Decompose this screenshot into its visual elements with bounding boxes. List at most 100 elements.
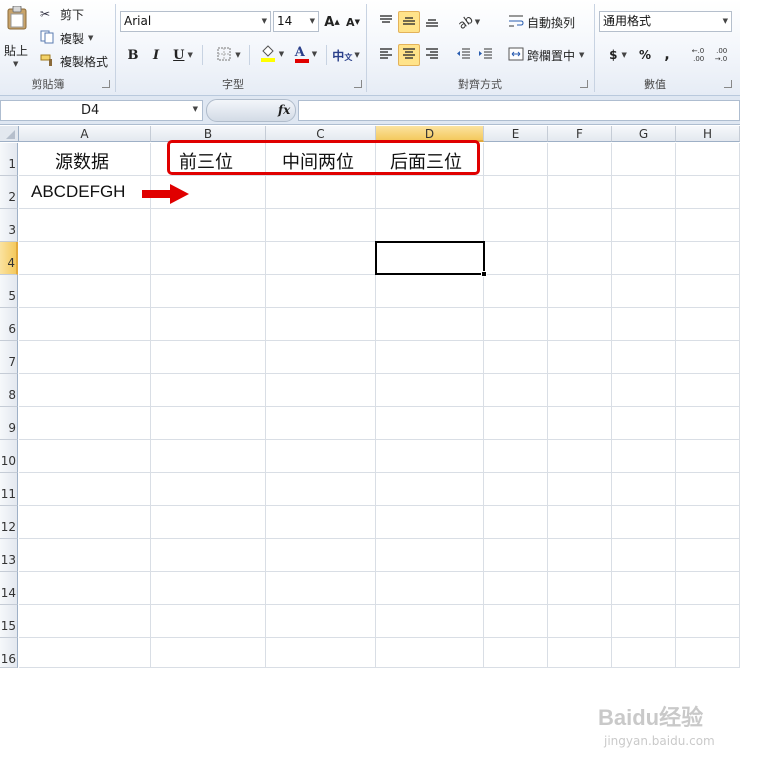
grid-cell[interactable] xyxy=(676,143,740,176)
grid-cell[interactable] xyxy=(266,374,376,407)
grid-cell[interactable] xyxy=(151,374,266,407)
grid-cell[interactable] xyxy=(676,275,740,308)
grid-cell[interactable] xyxy=(548,572,612,605)
grid-cell[interactable] xyxy=(151,341,266,374)
formula-bar-splitter[interactable]: fx xyxy=(206,99,296,122)
grid-cell[interactable] xyxy=(612,506,676,539)
grid-cell[interactable] xyxy=(19,473,151,506)
grid-cell[interactable] xyxy=(612,638,676,668)
grid-cell[interactable] xyxy=(151,308,266,341)
grid-cell[interactable] xyxy=(612,209,676,242)
row-header-9[interactable]: 9 xyxy=(0,407,18,440)
grid-cell[interactable] xyxy=(19,539,151,572)
align-center-button[interactable] xyxy=(398,44,420,66)
grid-cell[interactable] xyxy=(612,572,676,605)
number-launcher-icon[interactable] xyxy=(724,80,732,88)
grid-cell[interactable] xyxy=(484,176,548,209)
grid-cell[interactable] xyxy=(484,374,548,407)
grid-cell[interactable] xyxy=(612,374,676,407)
shrink-font-button[interactable]: A ▼ xyxy=(345,12,361,32)
grid-cell[interactable] xyxy=(266,242,376,275)
grid-cell[interactable] xyxy=(676,605,740,638)
grid-cell[interactable] xyxy=(612,341,676,374)
grid-cell[interactable] xyxy=(484,440,548,473)
increase-decimal-button[interactable]: ←.0.00 xyxy=(688,45,708,65)
grid-cell[interactable] xyxy=(548,506,612,539)
grid-cell[interactable] xyxy=(376,308,484,341)
grid-cell[interactable] xyxy=(676,539,740,572)
grid-cell[interactable] xyxy=(484,209,548,242)
row-header-6[interactable]: 6 xyxy=(0,308,18,341)
column-header-f[interactable]: F xyxy=(548,126,612,142)
grid-cell[interactable] xyxy=(676,506,740,539)
orientation-button[interactable]: ab ▼ xyxy=(454,11,484,33)
grid-cell[interactable] xyxy=(19,638,151,668)
grid-cell[interactable] xyxy=(484,605,548,638)
grid-cell[interactable] xyxy=(676,242,740,275)
clipboard-launcher-icon[interactable] xyxy=(102,80,110,88)
grid-cell[interactable] xyxy=(19,407,151,440)
name-box[interactable]: D4 ▼ xyxy=(0,100,203,121)
grid-cell[interactable] xyxy=(19,242,151,275)
grid-cell[interactable] xyxy=(676,176,740,209)
grid-cell[interactable] xyxy=(151,242,266,275)
grid-cell[interactable] xyxy=(376,341,484,374)
grid-cell[interactable] xyxy=(151,275,266,308)
font-launcher-icon[interactable] xyxy=(354,80,362,88)
grid-cell[interactable] xyxy=(151,440,266,473)
wrap-text-button[interactable]: 自動換列 xyxy=(508,12,575,32)
row-header-10[interactable]: 10 xyxy=(0,440,18,473)
grid-cell[interactable] xyxy=(376,374,484,407)
cell-a2[interactable]: ABCDEFGH xyxy=(31,182,125,202)
grid-cell[interactable] xyxy=(484,506,548,539)
grid-cell[interactable] xyxy=(548,374,612,407)
grid-cell[interactable] xyxy=(266,407,376,440)
merge-center-button[interactable]: 跨欄置中 ▼ xyxy=(508,45,584,65)
grid-cell[interactable] xyxy=(376,209,484,242)
fill-color-button[interactable]: ▼ xyxy=(256,43,288,65)
decrease-decimal-button[interactable]: .00 →.0 xyxy=(711,45,731,65)
grid-cell[interactable] xyxy=(266,473,376,506)
grid-cell[interactable] xyxy=(266,209,376,242)
grid-cell[interactable] xyxy=(548,440,612,473)
formula-input[interactable] xyxy=(298,100,740,121)
grid-cell[interactable] xyxy=(548,473,612,506)
grid-cell[interactable] xyxy=(676,341,740,374)
grid-cell[interactable] xyxy=(19,275,151,308)
grid-cell[interactable] xyxy=(548,209,612,242)
grid-cell[interactable] xyxy=(266,341,376,374)
grid-cell[interactable] xyxy=(612,473,676,506)
grid-cell[interactable] xyxy=(676,209,740,242)
row-header-11[interactable]: 11 xyxy=(0,473,18,506)
italic-button[interactable]: I xyxy=(148,45,164,65)
row-header-7[interactable]: 7 xyxy=(0,341,18,374)
paste-button[interactable]: 貼上 ▼ xyxy=(2,4,32,68)
row-header-15[interactable]: 15 xyxy=(0,605,18,638)
grid-cell[interactable] xyxy=(484,407,548,440)
row-header-16[interactable]: 16 xyxy=(0,638,18,668)
select-all-corner[interactable] xyxy=(0,126,19,142)
grid-cell[interactable] xyxy=(676,440,740,473)
increase-indent-button[interactable] xyxy=(476,44,496,66)
grid-cell[interactable] xyxy=(676,308,740,341)
column-header-e[interactable]: E xyxy=(484,126,548,142)
grid-cell[interactable] xyxy=(548,341,612,374)
grid-cell[interactable] xyxy=(612,605,676,638)
grid-cell[interactable] xyxy=(266,605,376,638)
grid-cell[interactable] xyxy=(484,638,548,668)
grid-cell[interactable] xyxy=(484,539,548,572)
grid-cell[interactable] xyxy=(19,440,151,473)
grid-cell[interactable] xyxy=(548,242,612,275)
grid-cell[interactable] xyxy=(676,407,740,440)
column-header-h[interactable]: H xyxy=(676,126,740,142)
font-size-select[interactable]: 14 ▼ xyxy=(273,11,319,32)
grid-cell[interactable] xyxy=(266,506,376,539)
percent-button[interactable]: % xyxy=(636,45,654,65)
column-header-a[interactable]: A xyxy=(19,126,151,142)
grid-cell[interactable] xyxy=(612,143,676,176)
format-painter-button[interactable]: 複製格式 xyxy=(40,52,108,70)
grid-cell[interactable] xyxy=(151,638,266,668)
grid-cell[interactable] xyxy=(612,308,676,341)
grid-cell[interactable] xyxy=(151,572,266,605)
grid-cell[interactable] xyxy=(266,176,376,209)
